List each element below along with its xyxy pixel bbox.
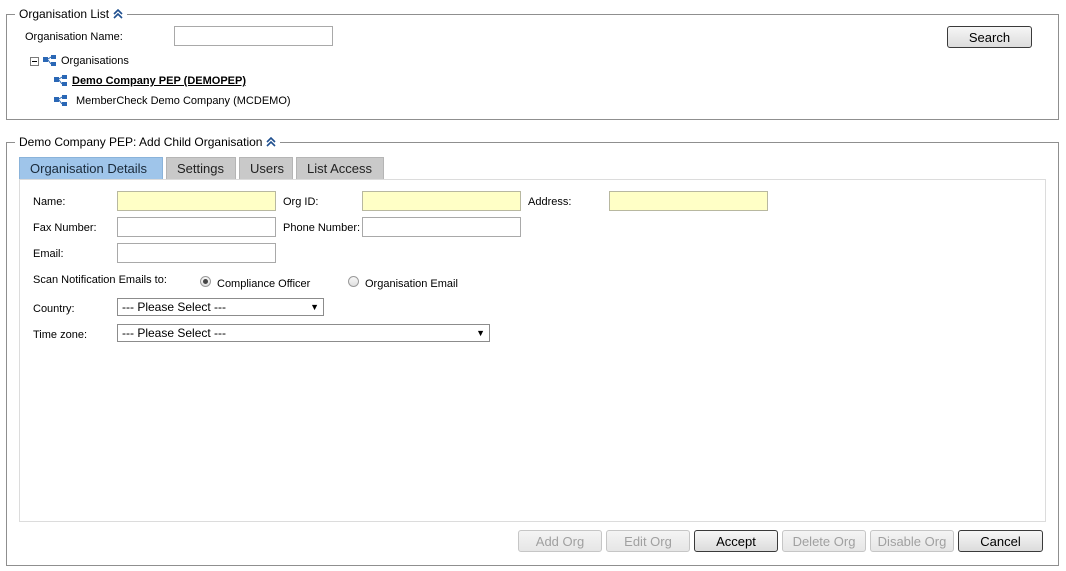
fax-number-input[interactable] [117, 217, 276, 237]
organisation-name-label: Organisation Name: [25, 31, 123, 43]
edit-org-button[interactable]: Edit Org [606, 530, 690, 552]
delete-org-button[interactable]: Delete Org [782, 530, 866, 552]
address-input[interactable] [609, 191, 768, 211]
tree-item-label[interactable]: MemberCheck Demo Company (MCDEMO) [76, 95, 291, 107]
email-input[interactable] [117, 243, 276, 263]
fax-number-label: Fax Number: [33, 222, 97, 234]
phone-number-input[interactable] [362, 217, 521, 237]
tree-item[interactable]: MemberCheck Demo Company (MCDEMO) [54, 95, 291, 107]
tab-bar: Organisation Details Settings Users List… [19, 157, 384, 179]
phone-number-label: Phone Number: [283, 222, 361, 234]
add-child-organisation-title: Demo Company PEP: Add Child Organisation [19, 135, 263, 149]
tree-root-label: Organisations [61, 55, 129, 67]
dropdown-arrow-icon: ▼ [310, 302, 319, 312]
country-label: Country: [33, 303, 75, 315]
tab-users[interactable]: Users [239, 157, 293, 179]
disable-org-button[interactable]: Disable Org [870, 530, 954, 552]
organisation-list-title: Organisation List [19, 7, 110, 21]
tree-item[interactable]: Demo Company PEP (DEMOPEP) [54, 75, 246, 87]
organisation-tree-icon [43, 55, 56, 66]
organisation-tree-icon [54, 95, 67, 106]
country-select-value: --- Please Select --- [122, 300, 227, 314]
organisation-name-input[interactable] [174, 26, 333, 46]
tab-settings[interactable]: Settings [166, 157, 236, 179]
organisation-email-radio[interactable] [348, 276, 359, 287]
collapse-icon[interactable] [113, 9, 123, 19]
add-child-organisation-legend: Demo Company PEP: Add Child Organisation [15, 135, 281, 149]
organisation-email-label[interactable]: Organisation Email [365, 278, 458, 290]
country-select[interactable]: --- Please Select --- ▼ [117, 298, 324, 316]
org-id-label: Org ID: [283, 196, 319, 208]
tab-organisation-details[interactable]: Organisation Details [19, 157, 163, 179]
scan-notification-label: Scan Notification Emails to: [33, 274, 167, 286]
time-zone-select[interactable]: --- Please Select --- ▼ [117, 324, 490, 342]
collapse-icon[interactable] [266, 137, 277, 147]
collapse-tree-icon[interactable] [30, 56, 39, 66]
accept-button[interactable]: Accept [694, 530, 778, 552]
name-input[interactable] [117, 191, 276, 211]
dropdown-arrow-icon: ▼ [476, 328, 485, 338]
add-org-button[interactable]: Add Org [518, 530, 602, 552]
address-label: Address: [528, 196, 572, 208]
tree-item-selected-label[interactable]: Demo Company PEP (DEMOPEP) [72, 75, 246, 87]
tree-root[interactable]: Organisations [30, 55, 129, 67]
search-button[interactable]: Search [947, 26, 1032, 48]
email-label: Email: [33, 248, 64, 260]
cancel-button[interactable]: Cancel [958, 530, 1043, 552]
compliance-officer-label[interactable]: Compliance Officer [217, 278, 310, 290]
time-zone-select-value: --- Please Select --- [122, 326, 227, 340]
name-label: Name: [33, 196, 66, 208]
organisation-list-legend: Organisation List [15, 7, 128, 21]
org-id-input[interactable] [362, 191, 521, 211]
organisation-tree-icon [54, 75, 67, 86]
compliance-officer-radio[interactable] [200, 276, 211, 287]
time-zone-label: Time zone: [33, 329, 88, 341]
tab-list-access[interactable]: List Access [296, 157, 384, 179]
